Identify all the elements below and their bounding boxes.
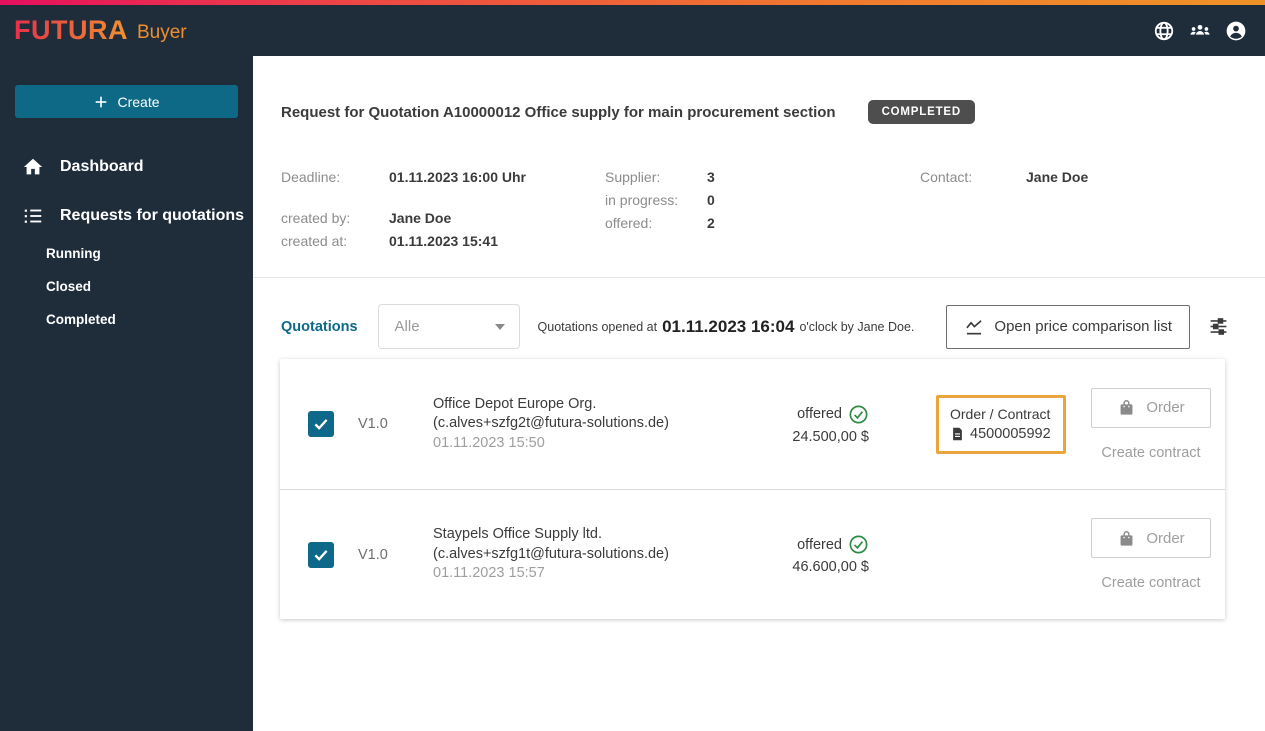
page-title: Request for Quotation A10000012 Office s… <box>281 103 836 121</box>
account-circle-icon[interactable] <box>1225 20 1247 42</box>
order-contract-number: 4500005992 <box>970 425 1051 442</box>
quotation-amount: 24.500,00 $ <box>792 428 869 445</box>
create-button[interactable]: Create <box>15 85 238 118</box>
header-icons <box>1153 20 1247 42</box>
contract-cell: Order / Contract 4500005992 <box>936 394 1066 454</box>
logo-suffix: Buyer <box>136 21 187 43</box>
sidebar-item-label: Requests for quotations <box>60 207 245 224</box>
details-section: Deadline: 01.11.2023 16:00 Uhr created b… <box>253 166 1265 253</box>
quotations-section-label: Quotations <box>281 318 358 335</box>
actions-cell: Order Create contract <box>1091 518 1211 591</box>
sidebar-item-dashboard[interactable]: Dashboard <box>0 155 253 179</box>
sidebar-item-completed[interactable]: Completed <box>0 312 253 327</box>
quotations-toolbar: Quotations Alle Quotations opened at 01.… <box>253 278 1265 349</box>
shopping-bag-icon <box>1120 400 1133 415</box>
sidebar-item-label: Dashboard <box>60 158 144 175</box>
offered-check-icon <box>849 535 868 554</box>
plus-icon <box>96 96 107 107</box>
order-contract-label: Order / Contract <box>950 405 1051 422</box>
price-comparison-label: Open price comparison list <box>994 318 1172 335</box>
sidebar-item-closed[interactable]: Closed <box>0 279 253 294</box>
filter-selected-value: Alle <box>394 318 420 335</box>
document-icon <box>953 427 962 440</box>
status-cell: offered 24.500,00 $ <box>783 404 869 445</box>
status-text: offered <box>797 406 842 422</box>
offered-label: offered: <box>605 215 653 231</box>
details-column-dates: Deadline: 01.11.2023 16:00 Uhr created b… <box>281 166 605 253</box>
quotation-amount: 46.600,00 $ <box>792 559 869 575</box>
offered-value: 2 <box>707 215 715 231</box>
supplier-name: Office Depot Europe Org. <box>433 395 597 412</box>
status-text: offered <box>797 536 842 553</box>
details-column-contact: Contact: Jane Doe <box>920 166 1088 253</box>
deadline-value: 01.11.2023 16:00 Uhr <box>389 169 526 185</box>
opened-prefix: Quotations opened at <box>537 319 658 334</box>
opened-datetime: 01.11.2023 16:04 <box>662 316 795 336</box>
version-label: V1.0 <box>358 546 388 563</box>
filter-tune-icon[interactable] <box>1209 317 1228 336</box>
created-at-label: created at: <box>281 233 348 249</box>
created-at-value: 01.11.2023 15:41 <box>389 233 498 249</box>
order-button-label: Order <box>1146 399 1185 416</box>
shopping-bag-icon <box>1120 530 1133 546</box>
supplier-value: 3 <box>707 169 715 185</box>
status-cell: offered 46.600,00 $ <box>783 534 869 575</box>
order-button[interactable]: Order <box>1091 518 1211 558</box>
user-group-icon[interactable] <box>1189 20 1211 42</box>
created-by-value: Jane Doe <box>389 210 452 226</box>
order-contract-highlight-box: Order / Contract 4500005992 <box>936 394 1066 454</box>
order-contract-link[interactable]: 4500005992 <box>950 426 1053 442</box>
row-checkbox[interactable] <box>308 541 334 568</box>
check-icon <box>314 419 328 430</box>
chevron-down-icon <box>494 323 505 330</box>
order-button-label: Order <box>1146 529 1185 547</box>
supplier-info: Staypels Office Supply ltd. (c.alves+szf… <box>433 525 783 584</box>
main-content: Request for Quotation A10000012 Office s… <box>253 56 1265 731</box>
opened-suffix: o'clock by Jane Doe. <box>799 319 915 334</box>
chart-icon <box>966 319 983 334</box>
quotation-row-1: V1.0 Office Depot Europe Org. (c.alves+s… <box>280 359 1225 489</box>
contact-value: Jane Doe <box>1026 169 1089 185</box>
checkbox-cell <box>308 541 358 568</box>
supplier-email: (c.alves+szfg1t@futura-solutions.de) <box>433 545 669 562</box>
app-header: FUTURA Buyer <box>0 5 1265 56</box>
deadline-label: Deadline: <box>281 169 341 185</box>
actions-cell: Order Create contract <box>1091 387 1211 461</box>
contact-label: Contact: <box>920 169 973 185</box>
supplier-label: Supplier: <box>605 169 661 185</box>
quotation-date: 01.11.2023 15:50 <box>433 434 545 451</box>
quotation-row-2: V1.0 Staypels Office Supply ltd. (c.alve… <box>280 489 1225 619</box>
sidebar: Create Dashboard Requests for quotations… <box>0 56 253 731</box>
quotations-filter-select[interactable]: Alle <box>377 304 520 349</box>
supplier-email: (c.alves+szfg2t@futura-solutions.de) <box>433 415 669 432</box>
in-progress-label: in progress: <box>605 192 679 208</box>
sidebar-item-requests-for-quotations[interactable]: Requests for quotations <box>0 204 253 228</box>
order-button[interactable]: Order <box>1091 387 1211 428</box>
globe-icon[interactable] <box>1153 20 1175 42</box>
create-contract-link[interactable]: Create contract <box>1101 445 1200 461</box>
version-label: V1.0 <box>358 416 388 432</box>
status-badge: COMPLETED <box>867 100 975 124</box>
open-price-comparison-button[interactable]: Open price comparison list <box>946 304 1190 349</box>
quotations-opened-text: Quotations opened at 01.11.2023 16:04 o'… <box>538 317 915 337</box>
created-by-label: created by: <box>281 210 351 226</box>
list-icon <box>24 209 42 223</box>
supplier-name: Staypels Office Supply ltd. <box>433 526 602 543</box>
create-button-label: Create <box>117 93 160 110</box>
home-icon <box>23 158 43 175</box>
sidebar-item-running[interactable]: Running <box>0 246 253 261</box>
quotations-card: V1.0 Office Depot Europe Org. (c.alves+s… <box>280 359 1225 619</box>
futura-logo: FUTURA <box>14 15 128 45</box>
supplier-info: Office Depot Europe Org. (c.alves+szfg2t… <box>433 395 783 454</box>
title-row: Request for Quotation A10000012 Office s… <box>253 56 1265 124</box>
create-contract-link[interactable]: Create contract <box>1101 575 1200 591</box>
in-progress-value: 0 <box>707 192 715 208</box>
checkbox-cell <box>308 411 358 437</box>
offered-check-icon <box>849 405 868 423</box>
quotation-date: 01.11.2023 15:57 <box>433 565 545 582</box>
row-checkbox[interactable] <box>308 411 334 437</box>
details-column-counts: Supplier: 3 in progress: 0 offered: 2 <box>605 166 920 253</box>
check-icon <box>314 549 328 561</box>
